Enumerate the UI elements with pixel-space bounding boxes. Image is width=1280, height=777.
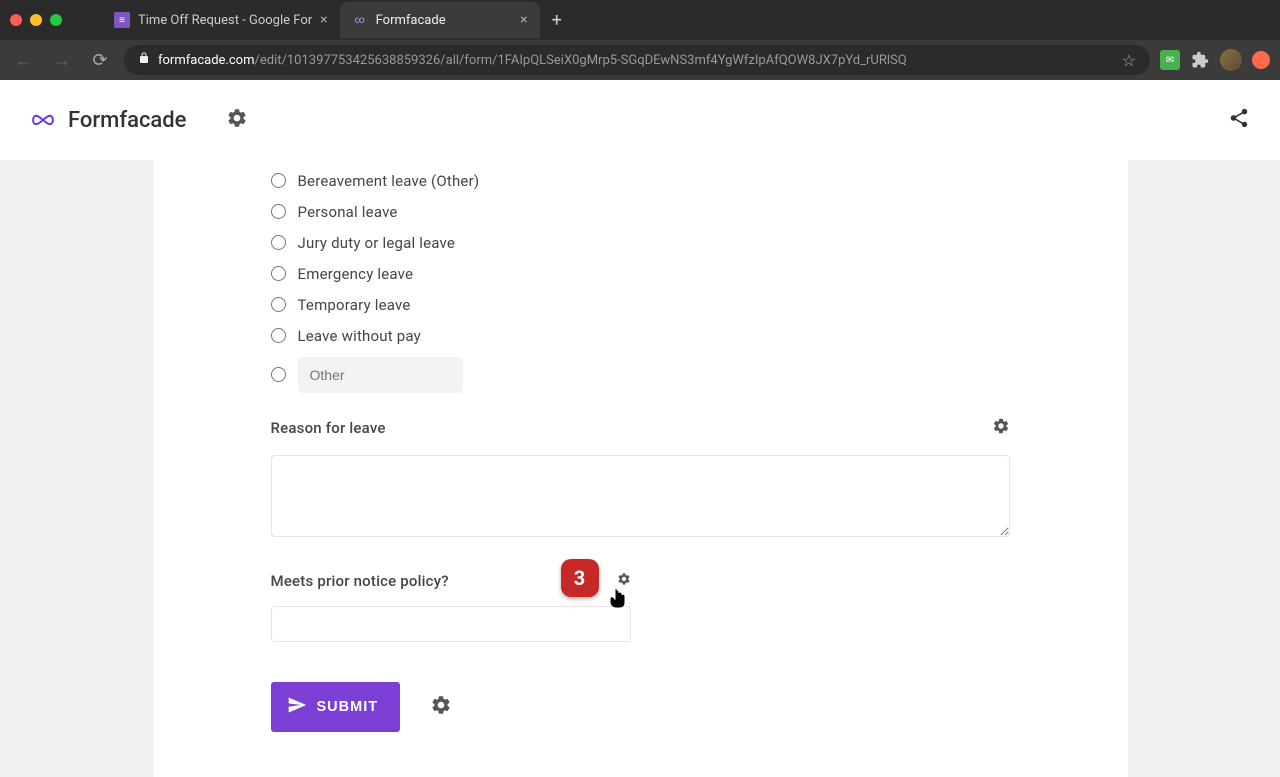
tab-formfacade[interactable]: ∞ Formfacade × [340, 2, 540, 38]
extension-badge-icon[interactable] [1252, 51, 1270, 69]
share-icon [1228, 107, 1250, 129]
new-tab-button[interactable]: + [540, 2, 574, 38]
gear-icon [226, 107, 248, 129]
mail-extension-icon[interactable]: ✉ [1160, 50, 1180, 70]
url-path: /edit/101397753425638859326/all/form/1FA… [254, 53, 906, 68]
radio-input[interactable] [271, 173, 286, 188]
tab-title: Formfacade [376, 13, 513, 28]
tab-title: Time Off Request - Google For [138, 13, 312, 28]
infinity-icon [30, 113, 56, 127]
profile-avatar[interactable] [1220, 49, 1242, 71]
settings-button[interactable] [226, 107, 248, 133]
brand-name: Formfacade [68, 108, 186, 133]
radio-input[interactable] [271, 328, 286, 343]
url-domain: formfacade.com [158, 53, 254, 68]
close-icon[interactable]: × [520, 12, 527, 28]
bookmark-star-icon[interactable]: ☆ [1122, 51, 1136, 70]
field-settings-button[interactable] [992, 417, 1010, 439]
back-button[interactable]: ← [10, 46, 38, 74]
reason-textarea[interactable] [271, 455, 1010, 537]
radio-input[interactable] [271, 297, 286, 312]
radio-option-other[interactable] [271, 362, 1010, 387]
submit-label: SUBMIT [317, 699, 379, 715]
app-header: Formfacade [0, 80, 1280, 160]
google-forms-favicon: ≡ [114, 12, 130, 28]
formfacade-favicon: ∞ [352, 12, 368, 28]
radio-input[interactable] [271, 204, 286, 219]
url-bar-row: ← → ⟳ formfacade.com/edit/10139775342563… [0, 40, 1280, 80]
radio-option[interactable]: Emergency leave [271, 261, 1010, 286]
reload-button[interactable]: ⟳ [86, 46, 114, 74]
radio-option[interactable]: Leave without pay [271, 323, 1010, 348]
submit-row: SUBMIT [271, 682, 1010, 732]
form-card: Bereavement leave (Other) Personal leave… [153, 160, 1128, 777]
annotation-badge: 3 [561, 559, 599, 597]
gear-icon [430, 694, 452, 716]
extensions-icon[interactable] [1190, 50, 1210, 70]
close-icon[interactable]: × [320, 12, 327, 28]
gear-icon [992, 417, 1010, 435]
browser-chrome: ≡ Time Off Request - Google For × ∞ Form… [0, 0, 1280, 80]
radio-option[interactable]: Jury duty or legal leave [271, 230, 1010, 255]
url-bar[interactable]: formfacade.com/edit/10139775342563885932… [124, 45, 1150, 75]
gear-icon [617, 572, 631, 586]
radio-option[interactable]: Bereavement leave (Other) [271, 168, 1010, 193]
window-close-button[interactable] [10, 14, 22, 26]
radio-label: Personal leave [298, 203, 398, 221]
form-canvas: Bereavement leave (Other) Personal leave… [0, 160, 1280, 777]
window-maximize-button[interactable] [50, 14, 62, 26]
radio-option[interactable]: Temporary leave [271, 292, 1010, 317]
radio-option[interactable]: Personal leave [271, 199, 1010, 224]
share-button[interactable] [1228, 107, 1250, 133]
radio-label: Bereavement leave (Other) [298, 172, 480, 190]
extension-icons: ✉ [1160, 49, 1270, 71]
tab-google-forms[interactable]: ≡ Time Off Request - Google For × [102, 2, 340, 38]
tab-bar: ≡ Time Off Request - Google For × ∞ Form… [0, 0, 1280, 40]
field-label: Meets prior notice policy? [271, 572, 449, 590]
radio-label: Emergency leave [298, 265, 414, 283]
send-icon [287, 695, 307, 720]
reason-for-leave-field: Reason for leave [271, 417, 1010, 541]
page: Formfacade Bereavement leave (Other) Per… [0, 80, 1280, 777]
submit-settings-button[interactable] [430, 694, 452, 720]
radio-label: Temporary leave [298, 296, 411, 314]
prior-notice-input[interactable] [271, 606, 631, 642]
other-text-input[interactable] [298, 357, 463, 393]
field-label: Reason for leave [271, 419, 386, 437]
window-controls [10, 14, 62, 26]
radio-input[interactable] [271, 235, 286, 250]
submit-button[interactable]: SUBMIT [271, 682, 401, 732]
radio-label: Jury duty or legal leave [298, 234, 456, 252]
radio-input[interactable] [271, 367, 286, 382]
window-minimize-button[interactable] [30, 14, 42, 26]
field-settings-button[interactable] [617, 571, 631, 590]
logo[interactable]: Formfacade [30, 108, 186, 133]
lock-icon [138, 52, 150, 68]
forward-button[interactable]: → [48, 46, 76, 74]
radio-input[interactable] [271, 266, 286, 281]
annotation-callout: 3 [561, 559, 599, 597]
radio-label: Leave without pay [298, 327, 421, 345]
tabs: ≡ Time Off Request - Google For × ∞ Form… [102, 2, 574, 38]
prior-notice-field: Meets prior notice policy? 3 [271, 571, 631, 642]
leave-type-radio-group: Bereavement leave (Other) Personal leave… [271, 168, 1010, 387]
